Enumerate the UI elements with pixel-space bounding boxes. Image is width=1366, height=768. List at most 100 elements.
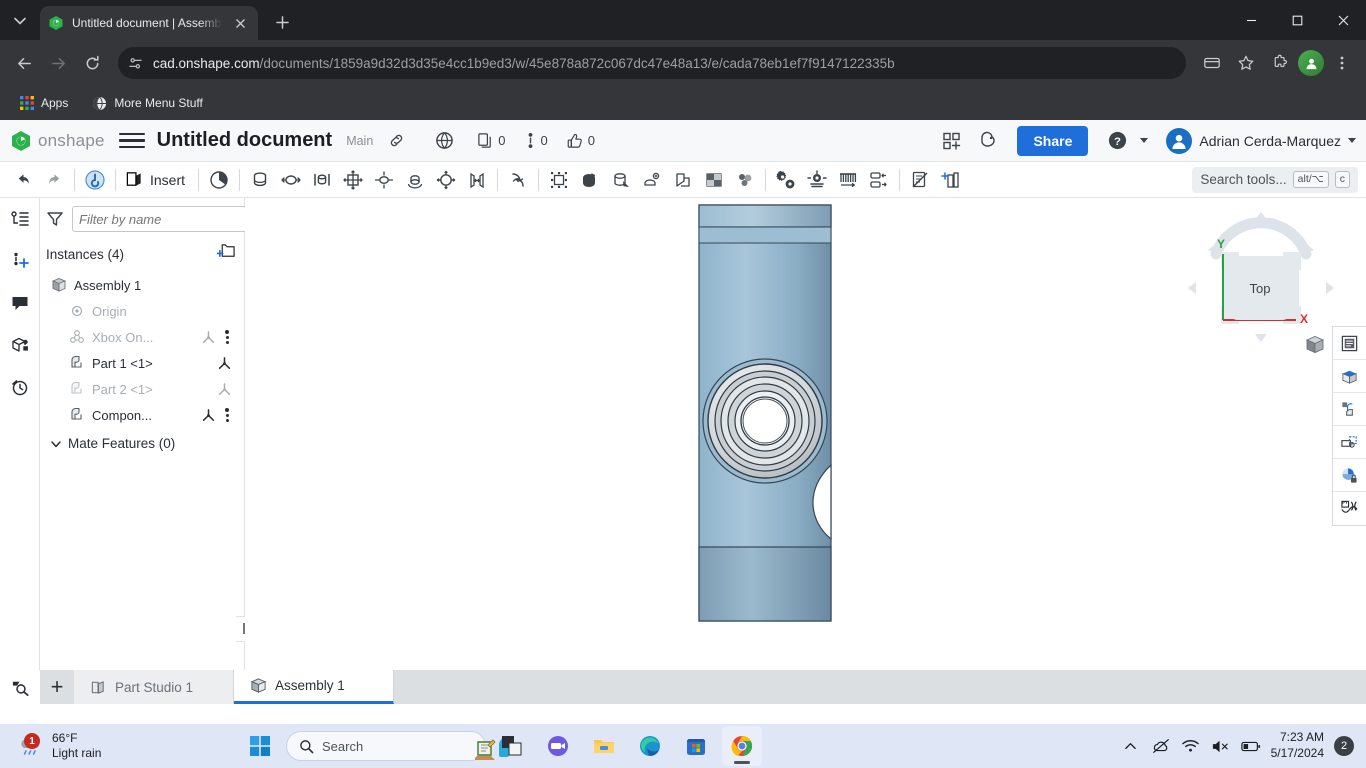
- chrome-profile-avatar[interactable]: [1298, 50, 1324, 76]
- mate-connector-icon[interactable]: [216, 355, 232, 371]
- graphics-viewport[interactable]: Top Y X: [245, 198, 1366, 704]
- appearance-icon[interactable]: [730, 165, 760, 195]
- tree-item-menu-icon[interactable]: [222, 408, 232, 422]
- address-bar[interactable]: cad.onshape.com/documents/1859a9d32d3d35…: [118, 47, 1186, 79]
- bookmark-apps[interactable]: Apps: [12, 92, 76, 114]
- tree-item-menu-icon[interactable]: [222, 330, 232, 344]
- user-chevron-down-icon[interactable]: [1348, 138, 1356, 143]
- parallel-mate-icon[interactable]: [462, 165, 492, 195]
- add-tab-button[interactable]: +: [40, 670, 74, 704]
- group-icon[interactable]: [575, 165, 605, 195]
- view-cube[interactable]: Top Y X: [1186, 206, 1336, 346]
- revolute-mate-icon[interactable]: [276, 165, 306, 195]
- assembly-3d-model[interactable]: [697, 203, 897, 653]
- tree-root-assembly-1[interactable]: Assembly 1: [46, 272, 238, 298]
- part-properties-icon[interactable]: [7, 332, 33, 358]
- gear-relation-icon[interactable]: [771, 165, 801, 195]
- close-icon[interactable]: [1320, 0, 1366, 40]
- user-menu[interactable]: Adrian Cerda-Marquez: [1166, 127, 1356, 154]
- tree-item-part-2[interactable]: Part 2 <1>: [46, 376, 238, 402]
- measure-icon[interactable]: [1333, 492, 1366, 525]
- forward-arrow-icon[interactable]: [42, 47, 74, 79]
- tab-close-icon[interactable]: [230, 13, 250, 33]
- start-button[interactable]: [240, 726, 280, 766]
- taskbar-clock[interactable]: 7:23 AM 5/17/2024: [1271, 730, 1324, 761]
- hidden-annotations-icon[interactable]: [905, 165, 935, 195]
- search-tools-input[interactable]: Search tools... alt/⌥ c: [1192, 166, 1358, 193]
- insert-button[interactable]: Insert: [121, 165, 193, 195]
- back-arrow-icon[interactable]: [8, 47, 40, 79]
- add-panel-icon[interactable]: [939, 128, 965, 154]
- tree-item-component[interactable]: Compon...: [46, 402, 238, 428]
- learning-center-icon[interactable]: [975, 128, 1001, 154]
- taskbar-app-google-chrome[interactable]: [722, 726, 762, 766]
- tree-item-part-1[interactable]: Part 1 <1>: [46, 350, 238, 376]
- material-lock-icon[interactable]: [1333, 459, 1366, 492]
- slider-mate-icon[interactable]: [307, 165, 337, 195]
- tab-part-studio-1[interactable]: Part Studio 1: [74, 670, 234, 704]
- tangent-mate-icon[interactable]: [503, 165, 533, 195]
- volume-muted-icon[interactable]: [1211, 736, 1231, 756]
- add-mate-connector-icon[interactable]: [7, 248, 33, 274]
- pin-slot-mate-icon[interactable]: [400, 165, 430, 195]
- planar-mate-icon[interactable]: [338, 165, 368, 195]
- filter-by-name-input[interactable]: [72, 206, 264, 232]
- new-tab-button[interactable]: [268, 8, 296, 36]
- chrome-menu-icon[interactable]: [1326, 47, 1358, 79]
- cylindrical-mate-icon[interactable]: [369, 165, 399, 195]
- redo-icon[interactable]: [39, 165, 69, 195]
- taskbar-search[interactable]: Search: [286, 731, 509, 761]
- versions-count[interactable]: 0: [524, 132, 548, 149]
- mate-connector-icon[interactable]: [200, 407, 216, 423]
- mate-features-section[interactable]: Mate Features (0): [46, 436, 238, 451]
- comments-icon[interactable]: [7, 290, 33, 316]
- appearance-icon[interactable]: [1333, 360, 1366, 393]
- copy-count[interactable]: 0: [477, 132, 506, 149]
- taskbar-app-zoom[interactable]: [538, 726, 578, 766]
- assemble-icon[interactable]: [80, 165, 110, 195]
- ball-mate-icon[interactable]: [431, 165, 461, 195]
- mate-connector-icon[interactable]: [216, 381, 232, 397]
- view-orientation-cube-icon[interactable]: [1304, 334, 1326, 356]
- help-chevron-down-icon[interactable]: [1140, 138, 1149, 143]
- wifi-icon[interactable]: [1181, 736, 1201, 756]
- replicate-icon[interactable]: [544, 165, 574, 195]
- help-icon[interactable]: ?: [1104, 128, 1130, 154]
- main-menu-button[interactable]: [118, 128, 145, 154]
- bookmark-star-icon[interactable]: [1230, 47, 1262, 79]
- undo-icon[interactable]: [8, 165, 38, 195]
- tab-search-button[interactable]: [6, 7, 34, 35]
- tree-item-origin[interactable]: Origin: [46, 298, 238, 324]
- tree-item-xbox-subassembly[interactable]: Xbox On...: [46, 324, 238, 350]
- tab-assembly-1[interactable]: Assembly 1: [234, 670, 394, 704]
- weather-widget[interactable]: 1 66°F Light rain: [0, 731, 240, 761]
- history-icon[interactable]: [7, 374, 33, 400]
- mirror-icon[interactable]: [668, 165, 698, 195]
- mate-connector-icon[interactable]: [204, 165, 234, 195]
- link-icon[interactable]: [383, 128, 409, 154]
- battery-icon[interactable]: [1240, 736, 1261, 756]
- extensions-icon[interactable]: [1264, 47, 1296, 79]
- browser-tab[interactable]: Untitled document | Assembly 1: [40, 6, 258, 40]
- mate-with-boolean-icon[interactable]: [606, 165, 636, 195]
- taskbar-app-task-view[interactable]: [492, 726, 532, 766]
- document-title[interactable]: Untitled document: [157, 129, 333, 152]
- assembly-feature-icon[interactable]: [802, 165, 832, 195]
- onshape-logo[interactable]: onshape: [10, 130, 105, 152]
- section-view-icon[interactable]: [1333, 393, 1366, 426]
- reload-icon[interactable]: [76, 47, 108, 79]
- assembly-list-icon[interactable]: [7, 206, 33, 232]
- site-settings-icon[interactable]: [128, 56, 143, 71]
- funnel-icon[interactable]: [46, 208, 64, 230]
- share-button[interactable]: Share: [1017, 125, 1089, 156]
- public-globe-icon[interactable]: [431, 128, 457, 154]
- minimize-icon[interactable]: [1228, 0, 1274, 40]
- taskbar-app-file-explorer[interactable]: [584, 726, 624, 766]
- onedrive-paused-icon[interactable]: [1151, 736, 1171, 756]
- fastened-mate-icon[interactable]: [245, 165, 275, 195]
- bookmark-more-menu-stuff[interactable]: More Menu Stuff: [84, 92, 211, 115]
- search-tabs-icon[interactable]: [0, 670, 40, 704]
- bom-icon[interactable]: [936, 165, 966, 195]
- payment-methods-icon[interactable]: [1196, 47, 1228, 79]
- belt-icon[interactable]: [833, 165, 863, 195]
